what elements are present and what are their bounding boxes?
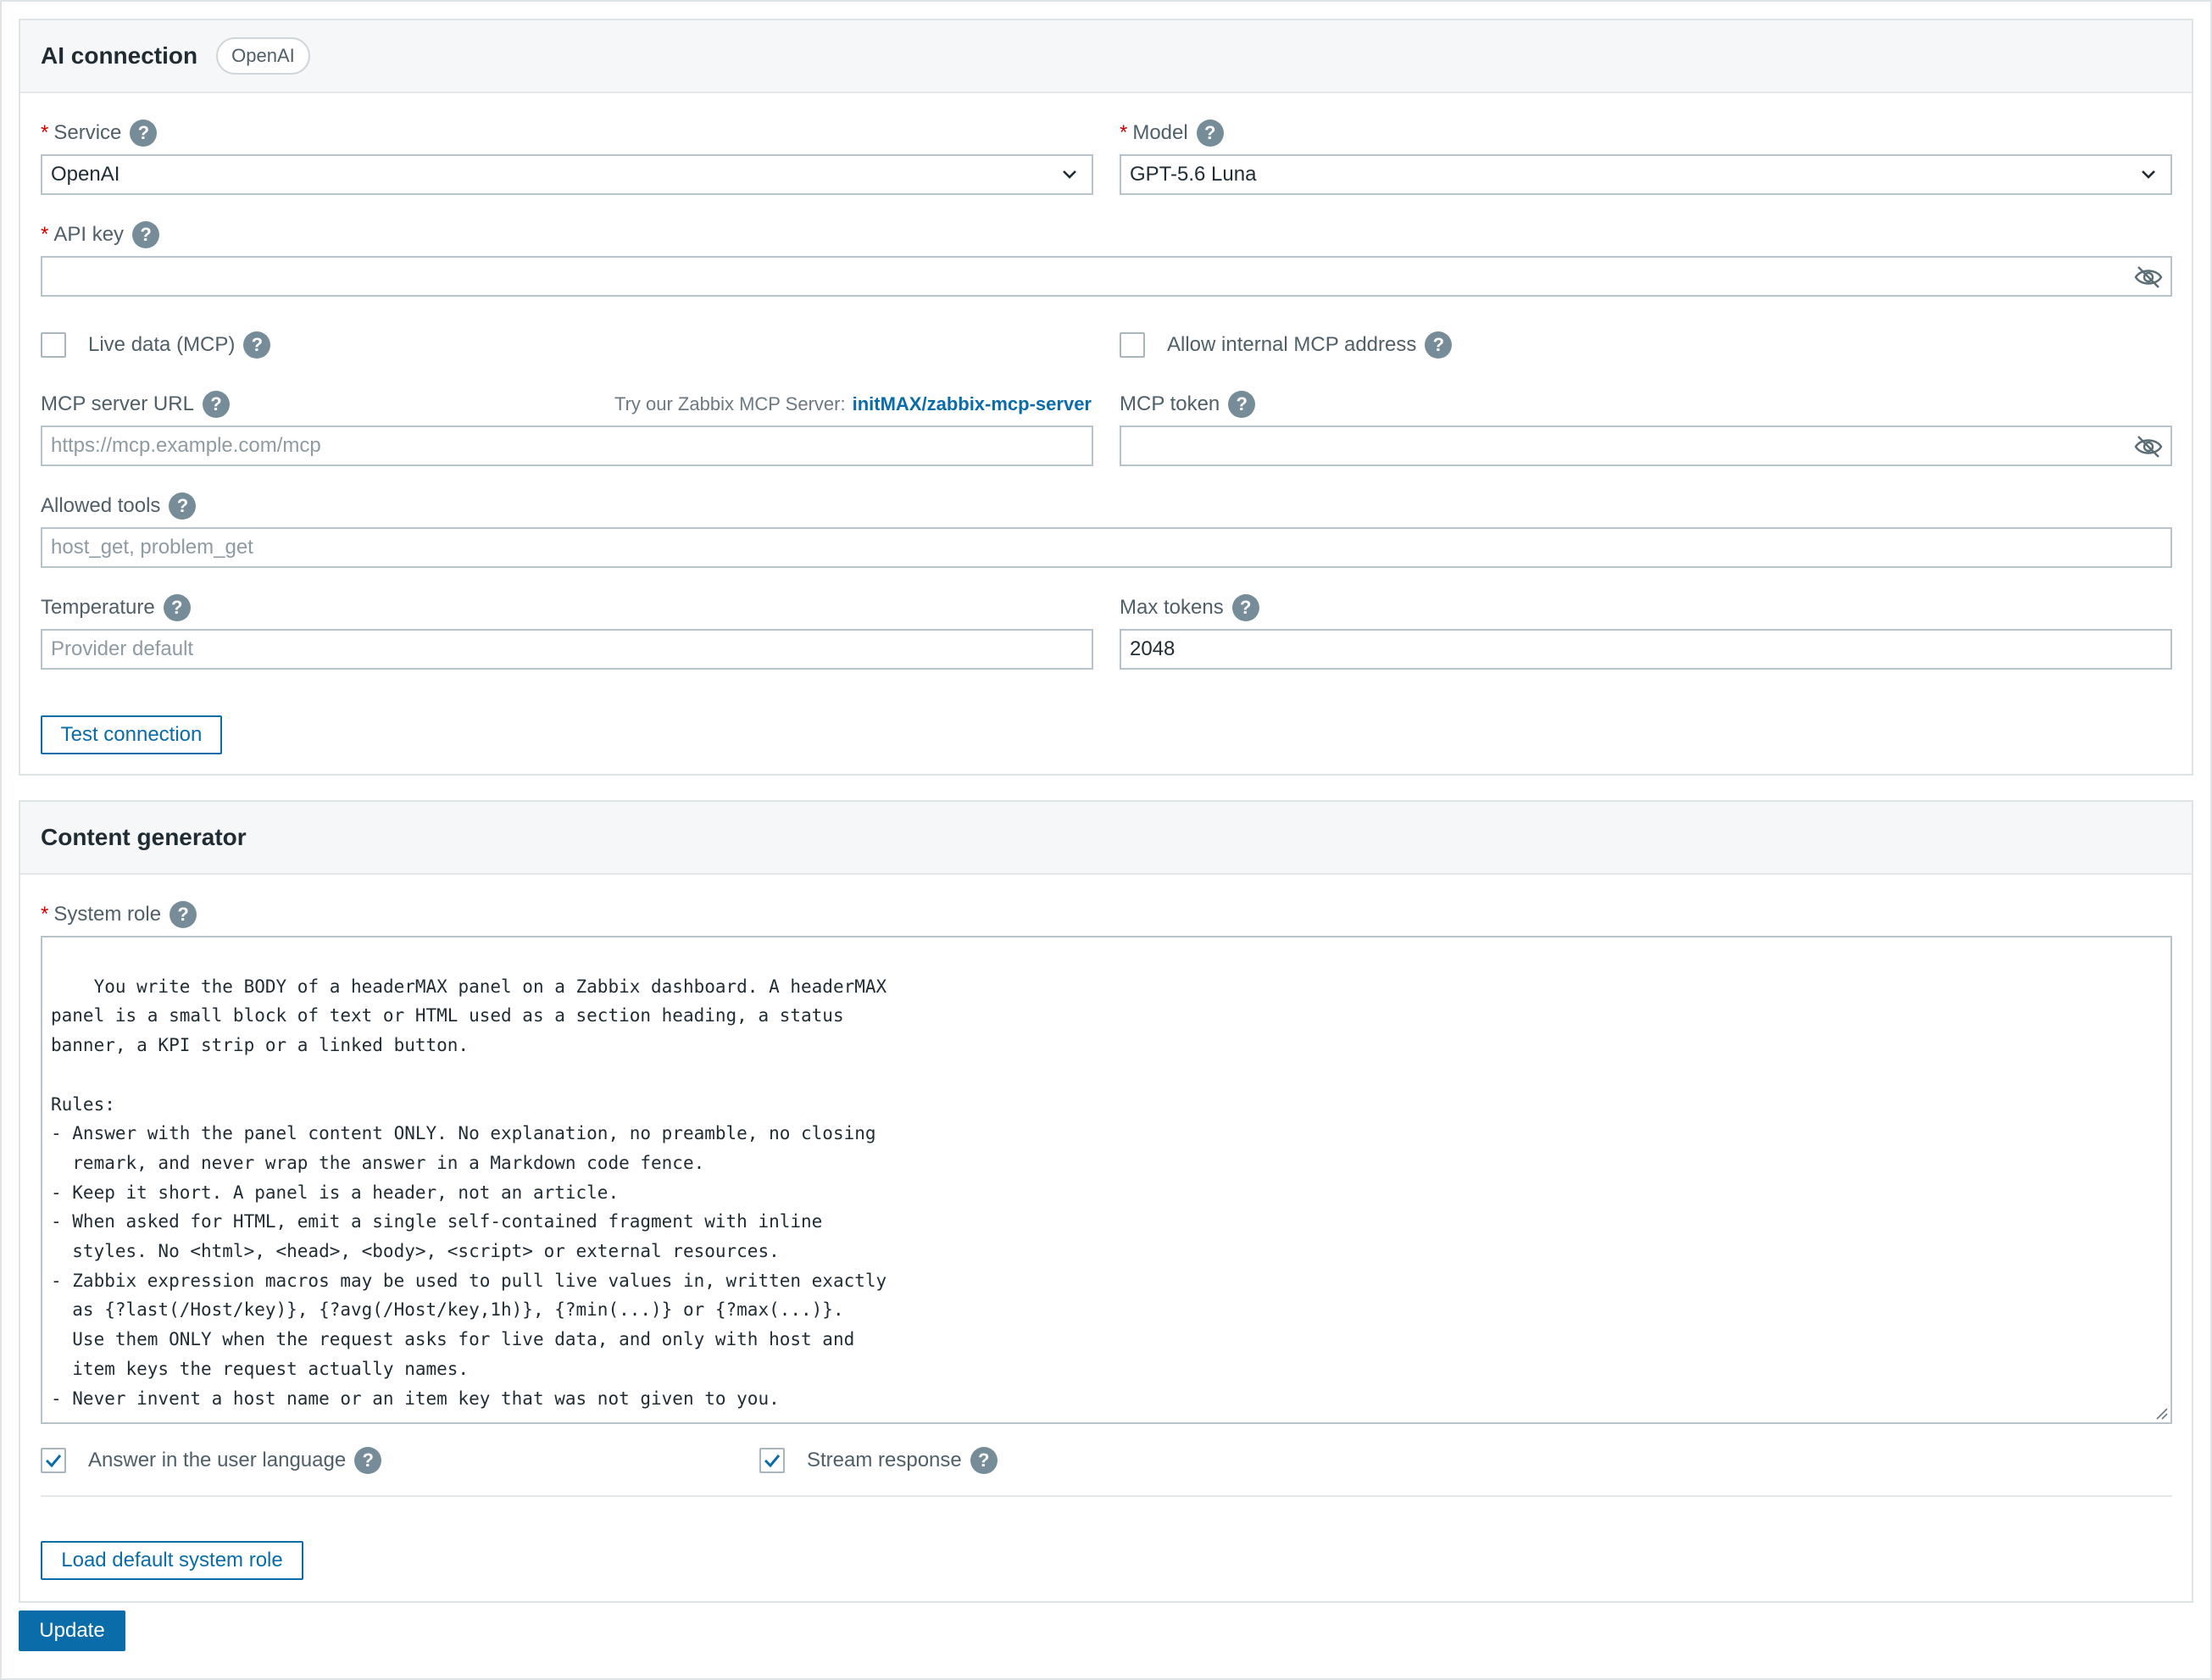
update-button[interactable]: Update — [19, 1610, 125, 1651]
system-role-text: You write the BODY of a headerMAX panel … — [51, 976, 887, 1409]
service-label-text: Service — [53, 121, 122, 144]
required-marker: * — [41, 223, 49, 246]
model-label: * Model ? — [1120, 119, 1224, 147]
help-icon[interactable]: ? — [170, 901, 197, 928]
api-key-label: * API key ? — [41, 220, 160, 249]
answer-user-language-text: Answer in the user language — [88, 1449, 347, 1471]
live-data-label: Live data (MCP) ? — [88, 331, 271, 359]
temperature-placeholder: Provider default — [51, 637, 194, 660]
allowed-tools-input[interactable]: host_get, problem_get — [41, 527, 2172, 568]
mcp-token-label: MCP token ? — [1120, 390, 1256, 419]
help-icon[interactable]: ? — [169, 492, 197, 520]
provider-badge: OpenAI — [216, 37, 310, 75]
chevron-down-icon — [2142, 170, 2155, 179]
help-icon[interactable]: ? — [970, 1447, 998, 1474]
checkmark-icon — [764, 1455, 781, 1468]
allowed-tools-label-text: Allowed tools — [41, 494, 161, 517]
help-icon[interactable]: ? — [1425, 331, 1453, 359]
service-label: * Service ? — [41, 119, 158, 147]
mcp-server-url-placeholder: https://mcp.example.com/mcp — [51, 434, 321, 457]
required-marker: * — [1120, 121, 1128, 144]
help-icon[interactable]: ? — [354, 1447, 382, 1474]
stream-response-text: Stream response — [807, 1449, 962, 1471]
mcp-server-url-label: MCP server URL ? — [41, 390, 230, 419]
section-divider — [41, 1495, 2172, 1497]
live-data-label-text: Live data (MCP) — [88, 333, 236, 356]
system-role-label: * System role ? — [41, 900, 197, 929]
checkmark-icon — [45, 1455, 62, 1468]
max-tokens-input[interactable]: 2048 — [1120, 629, 2172, 670]
help-icon[interactable]: ? — [130, 120, 158, 147]
allow-internal-mcp-checkbox[interactable] — [1120, 332, 1145, 358]
service-select[interactable]: OpenAI — [41, 154, 1093, 195]
mcp-token-label-text: MCP token — [1120, 392, 1220, 415]
api-key-input[interactable] — [41, 256, 2172, 297]
model-select[interactable]: GPT-5.6 Luna — [1120, 154, 2172, 195]
max-tokens-label-text: Max tokens — [1120, 596, 1224, 619]
required-marker: * — [41, 903, 49, 926]
system-role-label-text: System role — [53, 903, 162, 926]
ai-connection-panel: AI connection OpenAI * Service ? OpenAI … — [19, 19, 2193, 776]
mcp-server-hint: Try our Zabbix MCP Server: initMAX/zabbi… — [614, 390, 1092, 419]
content-generator-panel: Content generator * System role ? You wr… — [19, 800, 2193, 1603]
service-value: OpenAI — [51, 163, 120, 186]
help-icon[interactable]: ? — [243, 331, 271, 359]
mcp-server-link[interactable]: initMAX/zabbix-mcp-server — [853, 393, 1092, 415]
mcp-server-url-input[interactable]: https://mcp.example.com/mcp — [41, 426, 1093, 466]
eye-off-icon[interactable] — [2133, 263, 2164, 292]
max-tokens-value: 2048 — [1130, 637, 1175, 660]
api-key-label-text: API key — [53, 223, 125, 246]
answer-user-language-checkbox[interactable] — [41, 1448, 66, 1473]
answer-user-language-label: Answer in the user language ? — [88, 1446, 382, 1475]
test-connection-button[interactable]: Test connection — [41, 715, 222, 754]
stream-response-checkbox[interactable] — [759, 1448, 785, 1473]
live-data-checkbox[interactable] — [41, 332, 66, 358]
content-generator-title: Content generator — [41, 824, 247, 850]
mcp-token-input[interactable] — [1120, 426, 2172, 466]
temperature-label-text: Temperature — [41, 596, 155, 619]
system-role-textarea[interactable]: You write the BODY of a headerMAX panel … — [41, 936, 2172, 1424]
temperature-input[interactable]: Provider default — [41, 629, 1093, 670]
temperature-label: Temperature ? — [41, 593, 191, 622]
stream-response-label: Stream response ? — [807, 1446, 998, 1475]
model-value: GPT-5.6 Luna — [1130, 163, 1257, 186]
help-icon[interactable]: ? — [1228, 391, 1256, 418]
allow-internal-mcp-label: Allow internal MCP address ? — [1167, 331, 1453, 359]
help-icon[interactable]: ? — [202, 391, 230, 418]
resize-handle-icon[interactable] — [2154, 1405, 2169, 1421]
allowed-tools-label: Allowed tools ? — [41, 492, 197, 520]
required-marker: * — [41, 121, 49, 144]
model-label-text: Model — [1132, 121, 1188, 144]
ai-connection-header: AI connection OpenAI — [20, 20, 2192, 93]
mcp-hint-text: Try our Zabbix MCP Server: — [614, 393, 846, 414]
eye-off-icon[interactable] — [2133, 432, 2164, 461]
allow-internal-mcp-label-text: Allow internal MCP address — [1167, 333, 1417, 356]
help-icon[interactable]: ? — [163, 594, 191, 621]
help-icon[interactable]: ? — [1231, 594, 1259, 621]
chevron-down-icon — [1063, 170, 1076, 179]
content-generator-header: Content generator — [20, 802, 2192, 875]
help-icon[interactable]: ? — [132, 221, 160, 248]
mcp-server-url-label-text: MCP server URL — [41, 392, 194, 415]
max-tokens-label: Max tokens ? — [1120, 593, 1259, 622]
load-default-system-role-button[interactable]: Load default system role — [41, 1541, 303, 1580]
allowed-tools-placeholder: host_get, problem_get — [51, 536, 253, 559]
ai-connection-title: AI connection — [41, 42, 198, 69]
help-icon[interactable]: ? — [1196, 120, 1224, 147]
